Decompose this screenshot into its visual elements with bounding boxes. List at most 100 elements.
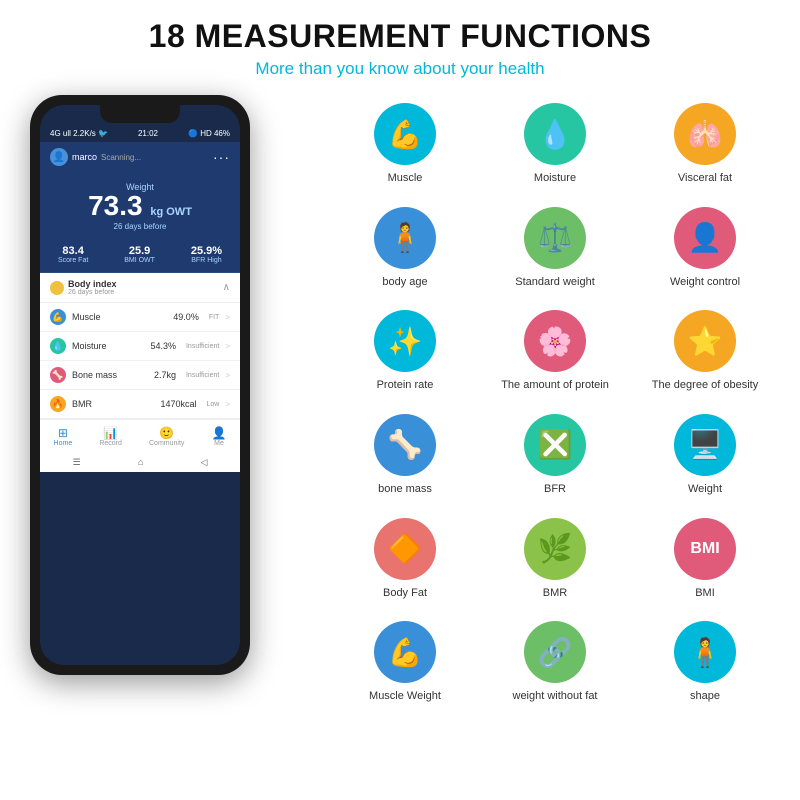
status-right: 🔵 HD 46% (188, 129, 230, 138)
icon-circle-3: 🧍 (374, 207, 436, 269)
icon-circle-4: ⚖️ (524, 207, 586, 269)
bone-status: Insufficient (186, 372, 219, 379)
icon-label-6: Protein rate (377, 378, 434, 392)
icon-label-14: BMI (695, 586, 715, 600)
icon-circle-1: 💧 (524, 103, 586, 165)
icon-item-weight: 🖥️Weight (630, 406, 780, 508)
stat-bfr: 25.9% BFR High (191, 245, 222, 264)
record-icon: 📊 (99, 426, 122, 440)
app-header: 👤 marco Scanning... ··· (40, 142, 240, 172)
nav-record-label: Record (99, 440, 122, 447)
icon-circle-14: BMI (674, 518, 736, 580)
bone-name: Bone mass (72, 370, 148, 380)
icon-label-17: shape (690, 689, 720, 703)
icon-item-protein-rate: ✨ Protein rate (330, 302, 480, 404)
weight-unit: kg OWT (150, 206, 192, 218)
icon-item-muscle-weight: 💪Muscle Weight (330, 613, 480, 715)
body-index-title: Body index (68, 279, 117, 289)
nav-home[interactable]: ⊞ Home (54, 426, 73, 447)
nav-me[interactable]: 👤 Me (212, 426, 227, 447)
icon-label-4: Standard weight (515, 275, 595, 289)
icon-circle-12: 🔶 (374, 518, 436, 580)
icon-item-muscle: 💪Muscle (330, 95, 480, 197)
icon-circle-6: ✨ (374, 310, 436, 372)
icon-item-weight-without-fat: 🔗weight without fat (480, 613, 630, 715)
nav-me-label: Me (214, 440, 224, 447)
icon-label-13: BMR (543, 586, 567, 600)
weight-number: 73.3 (88, 190, 143, 221)
metric-muscle[interactable]: 💪 Muscle 49.0% FIT > (40, 303, 240, 332)
icon-label-7: The amount of protein (501, 378, 609, 392)
icon-item-visceral-fat: 🫁Visceral fat (630, 95, 780, 197)
bmr-name: BMR (72, 399, 154, 409)
body-index-header: Body index 26 days before ∧ (40, 273, 240, 303)
bmr-value: 1470kcal (160, 399, 196, 409)
home-icon: ⊞ (54, 426, 73, 440)
icon-label-1: Moisture (534, 171, 576, 185)
body-index-title-text: Body index 26 days before (68, 279, 117, 296)
moisture-icon: 💧 (50, 338, 66, 354)
muscle-status: FIT (209, 314, 220, 321)
icon-label-5: Weight control (670, 275, 740, 289)
icon-circle-0: 💪 (374, 103, 436, 165)
nav-record[interactable]: 📊 Record (99, 426, 122, 447)
icon-circle-8: ⭐ (674, 310, 736, 372)
stat-bmi-label: BMI OWT (124, 257, 155, 264)
status-time: 21:02 (138, 129, 158, 138)
bone-value: 2.7kg (154, 370, 176, 380)
icon-item-bfr: ❎BFR (480, 406, 630, 508)
moisture-status: Insufficient (186, 343, 219, 350)
me-icon: 👤 (212, 426, 227, 440)
icon-label-12: Body Fat (383, 586, 427, 600)
body-index-title-row: Body index 26 days before (50, 279, 117, 296)
icon-item-shape: 🧍shape (630, 613, 780, 715)
main-subtitle: More than you know about your health (10, 59, 790, 79)
icon-item-bmi: BMI BMI (630, 510, 780, 612)
icon-circle-7: 🌸 (524, 310, 586, 372)
nav-community-label: Community (149, 440, 184, 447)
bmr-arrow: > (225, 400, 230, 409)
scanning-text: Scanning... (101, 153, 141, 162)
nav-community[interactable]: 🙂 Community (149, 426, 184, 447)
main-title: 18 MEASUREMENT FUNCTIONS (10, 18, 790, 55)
icon-item-weight-control: 👤Weight control (630, 199, 780, 301)
icon-label-8: The degree of obesity (652, 378, 758, 392)
body-index-toggle[interactable]: ∧ (223, 282, 230, 293)
stat-score: 83.4 Score Fat (58, 245, 88, 264)
muscle-value: 49.0% (173, 312, 199, 322)
gesture-back: ◁ (200, 457, 207, 468)
bottom-nav: ⊞ Home 📊 Record 🙂 Community 👤 (40, 419, 240, 453)
icon-circle-9: 🦴 (374, 414, 436, 476)
bone-arrow: > (225, 371, 230, 380)
icon-circle-2: 🫁 (674, 103, 736, 165)
icon-label-3: body age (382, 275, 427, 289)
stat-score-value: 83.4 (58, 245, 88, 257)
weight-section: Weight 73.3 kg OWT 26 days before (40, 172, 240, 239)
muscle-icon: 💪 (50, 309, 66, 325)
icon-item-standard-weight: ⚖️ Standard weight (480, 199, 630, 301)
weight-days: 26 days before (40, 222, 240, 231)
metric-bmr[interactable]: 🔥 BMR 1470kcal Low > (40, 390, 240, 419)
page-header: 18 MEASUREMENT FUNCTIONS More than you k… (0, 0, 800, 85)
moisture-arrow: > (225, 342, 230, 351)
metric-moisture[interactable]: 💧 Moisture 54.3% Insufficient > (40, 332, 240, 361)
menu-dots[interactable]: ··· (213, 149, 230, 165)
phone-notch (100, 105, 180, 123)
phone-screen: 4G ull 2.2K/s 🐦 21:02 🔵 HD 46% 👤 marco S… (40, 105, 240, 665)
status-left: 4G ull 2.2K/s 🐦 (50, 129, 108, 138)
avatar: 👤 (50, 148, 68, 166)
muscle-arrow: > (225, 313, 230, 322)
phone-hand: 4G ull 2.2K/s 🐦 21:02 🔵 HD 46% 👤 marco S… (10, 95, 310, 725)
gesture-menu: ☰ (73, 457, 81, 468)
bone-icon: 🦴 (50, 367, 66, 383)
icon-label-11: Weight (688, 482, 722, 496)
metric-bone[interactable]: 🦴 Bone mass 2.7kg Insufficient > (40, 361, 240, 390)
gesture-bar: ☰ ⌂ ◁ (40, 453, 240, 472)
stat-bmi: 25.9 BMI OWT (124, 245, 155, 264)
phone-section: 4G ull 2.2K/s 🐦 21:02 🔵 HD 46% 👤 marco S… (10, 95, 310, 725)
phone-frame: 4G ull 2.2K/s 🐦 21:02 🔵 HD 46% 👤 marco S… (30, 95, 250, 675)
stats-bar: 83.4 Score Fat 25.9 BMI OWT 25.9% BFR Hi… (40, 239, 240, 273)
icon-item-the-amount-of-protein: 🌸 The amount of protein (480, 302, 630, 404)
stat-bfr-label: BFR High (191, 257, 222, 264)
icon-item-body-age: 🧍 body age (330, 199, 480, 301)
